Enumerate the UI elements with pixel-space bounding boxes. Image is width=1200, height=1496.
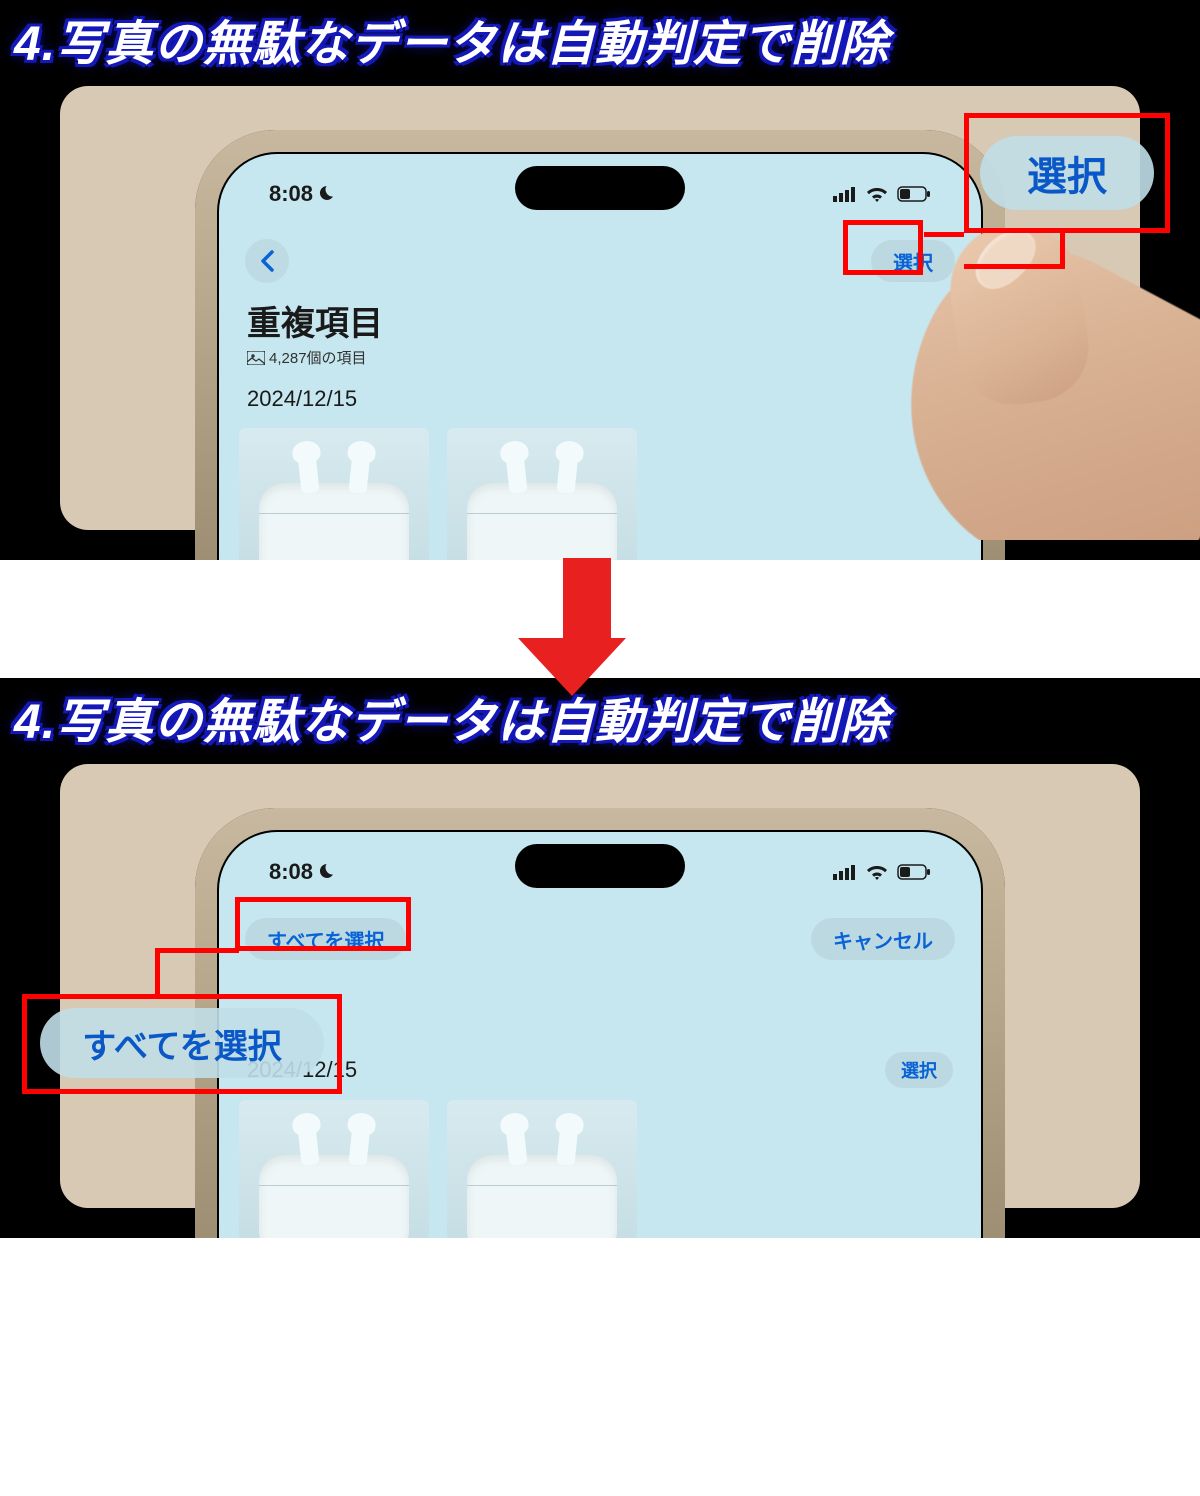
item-count: 4,287個の項目 bbox=[269, 347, 367, 368]
photo-thumbnail[interactable] bbox=[447, 1100, 637, 1238]
battery-icon bbox=[897, 864, 931, 880]
tutorial-step-panel-2: 4.写真の無駄なデータは自動判定で削除 8:08 bbox=[0, 678, 1200, 1238]
photo-thumbnail[interactable] bbox=[239, 1100, 429, 1238]
wifi-icon bbox=[865, 863, 889, 881]
do-not-disturb-icon bbox=[319, 862, 339, 882]
step-heading: 4.写真の無駄なデータは自動判定で削除 bbox=[14, 682, 889, 752]
cellular-signal-icon bbox=[833, 864, 857, 880]
battery-icon bbox=[897, 186, 931, 202]
step-heading: 4.写真の無駄なデータは自動判定で削除 bbox=[14, 4, 889, 74]
photos-icon bbox=[247, 351, 265, 365]
connector-line bbox=[155, 948, 160, 998]
date-header: 2024/12/15 bbox=[247, 386, 357, 412]
connector-line bbox=[964, 264, 1065, 269]
back-button[interactable] bbox=[245, 239, 289, 283]
wifi-icon bbox=[865, 185, 889, 203]
connector-line bbox=[1060, 232, 1065, 267]
status-time: 8:08 bbox=[269, 181, 313, 207]
photo-thumbnail[interactable] bbox=[239, 428, 429, 560]
callout-box-select bbox=[964, 113, 1170, 233]
connector-line bbox=[924, 232, 964, 237]
arrow-down-icon bbox=[548, 558, 626, 696]
connector-line bbox=[155, 948, 239, 953]
tutorial-step-panel-1: 4.写真の無駄なデータは自動判定で削除 8:08 bbox=[0, 0, 1200, 560]
status-bar: 8:08 bbox=[219, 852, 981, 892]
photo-thumbnails bbox=[239, 1100, 637, 1238]
cancel-button[interactable]: キャンセル bbox=[811, 918, 955, 960]
highlight-box-select-all bbox=[235, 897, 411, 951]
status-bar: 8:08 bbox=[219, 174, 981, 214]
row-select-button[interactable]: 選択 bbox=[885, 1052, 953, 1088]
highlight-box-select bbox=[843, 220, 923, 275]
photo-thumbnails bbox=[239, 428, 637, 560]
callout-box-select-all bbox=[22, 994, 342, 1094]
cellular-signal-icon bbox=[833, 186, 857, 202]
page-title: 重複項目 bbox=[247, 296, 383, 345]
status-time: 8:08 bbox=[269, 859, 313, 885]
finger-pointer bbox=[820, 230, 1200, 540]
photo-thumbnail[interactable] bbox=[447, 428, 637, 560]
do-not-disturb-icon bbox=[319, 184, 339, 204]
